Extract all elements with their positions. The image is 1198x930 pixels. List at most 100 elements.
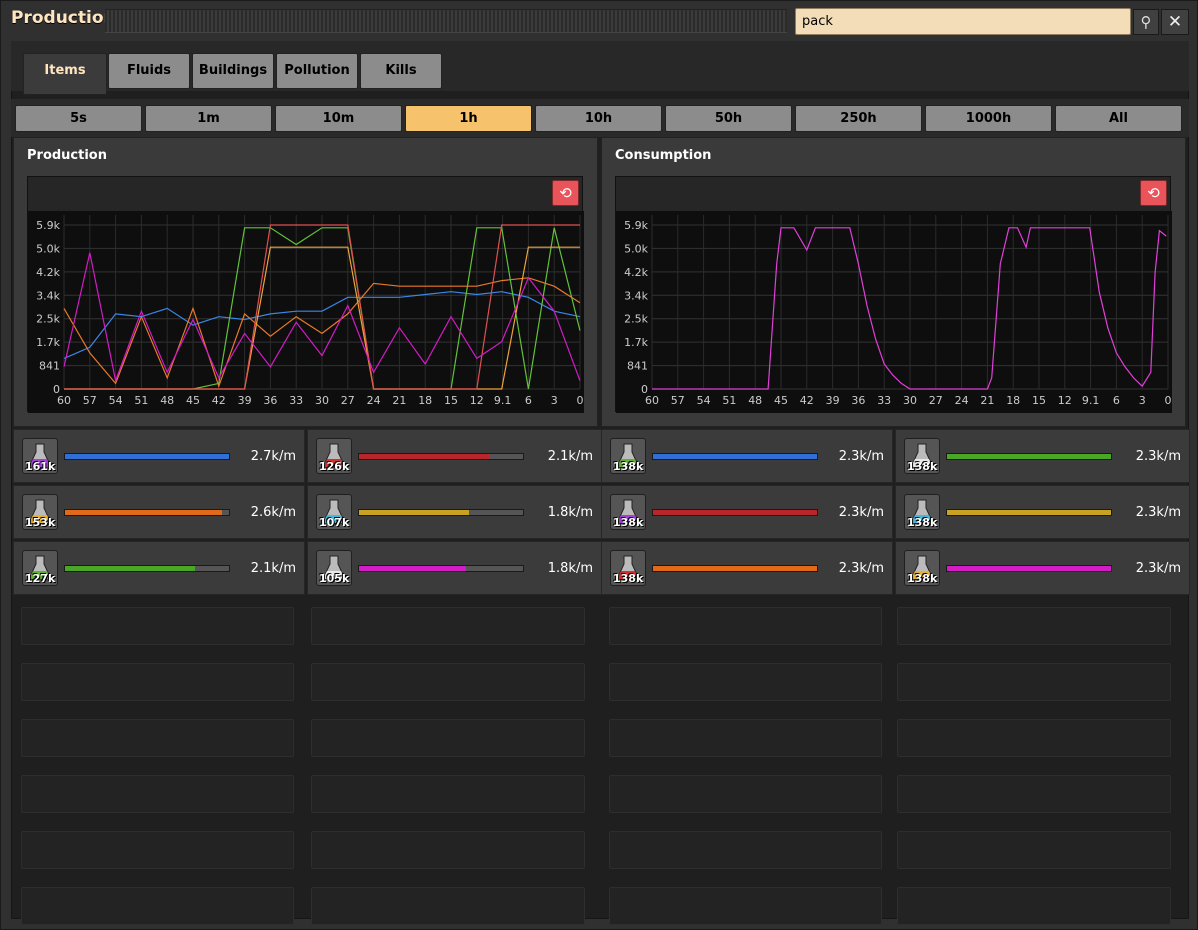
y-tick-label: 3.4k: [36, 289, 60, 302]
empty-slot: [311, 663, 585, 701]
empty-slot: [311, 775, 585, 813]
production-chart: 0 841 1.7k 2.5k 3.4k 4.2k 5.0k 5.9k 60 57 54 51 48 45…: [28, 211, 584, 413]
y-tick-label: 3.4k: [624, 289, 648, 302]
item-count: 153k: [25, 516, 56, 529]
rate-bar: [946, 453, 1112, 460]
purple-flask-icon[interactable]: 161k: [22, 438, 58, 474]
consumption-item-row[interactable]: 138k 2.3k/m: [601, 541, 893, 595]
time-range-1m[interactable]: 1m: [145, 105, 272, 132]
production-window: Production pack ⚲ ✕ Items Fluids Buildin…: [0, 0, 1198, 930]
item-count: 161k: [25, 460, 56, 473]
consumption-item-row[interactable]: 138k 2.3k/m: [895, 429, 1190, 483]
x-tick-label: 57: [83, 394, 97, 407]
x-tick-label: 27: [341, 394, 355, 407]
item-rate: 2.3k/m: [838, 505, 884, 520]
x-tick-label: 15: [444, 394, 458, 407]
time-range-5s[interactable]: 5s: [15, 105, 142, 132]
time-range-10m[interactable]: 10m: [275, 105, 402, 132]
rate-bar-fill: [653, 510, 817, 515]
yellow-flask-icon[interactable]: 138k: [904, 550, 940, 586]
production-reset-icon[interactable]: ⟲: [552, 180, 579, 206]
consumption-title: Consumption: [615, 148, 712, 163]
time-range-50h[interactable]: 50h: [665, 105, 792, 132]
x-tick-label: 54: [697, 394, 711, 407]
empty-slot: [609, 831, 882, 869]
x-tick-label: 9.1: [494, 394, 512, 407]
tab-kills[interactable]: Kills: [360, 53, 442, 89]
red-flask-icon[interactable]: 126k: [316, 438, 352, 474]
empty-slot: [21, 719, 294, 757]
consumption-item-row[interactable]: 138k 2.3k/m: [601, 485, 893, 539]
rate-bar: [64, 453, 230, 460]
consumption-item-row[interactable]: 138k 2.3k/m: [895, 485, 1190, 539]
x-tick-label: 57: [671, 394, 685, 407]
empty-slot: [897, 887, 1171, 925]
time-range-1000h[interactable]: 1000h: [925, 105, 1052, 132]
y-tick-label: 4.2k: [36, 266, 60, 279]
x-tick-label: 18: [418, 394, 432, 407]
consumption-chart-box: 0 841 1.7k 2.5k 3.4k 4.2k 5.0k 5.9k 60 57 54 51 48 45…: [615, 176, 1172, 413]
production-item-row[interactable]: 127k 2.1k/m: [13, 541, 305, 595]
consumption-item-row[interactable]: 138k 2.3k/m: [601, 429, 893, 483]
item-rate: 2.3k/m: [1135, 505, 1181, 520]
drag-handle[interactable]: [105, 9, 787, 33]
production-item-row[interactable]: 126k 2.1k/m: [307, 429, 602, 483]
y-tick-label: 5.9k: [624, 219, 648, 232]
item-rate: 2.3k/m: [838, 561, 884, 576]
item-count: 105k: [319, 572, 350, 585]
x-tick-label: 30: [903, 394, 917, 407]
production-item-row[interactable]: 161k 2.7k/m: [13, 429, 305, 483]
x-tick-label: 3: [1139, 394, 1146, 407]
x-tick-label: 0: [577, 394, 584, 407]
search-icon[interactable]: ⚲: [1133, 9, 1159, 35]
tab-items[interactable]: Items: [23, 53, 107, 95]
x-tick-label: 30: [315, 394, 329, 407]
tab-pollution[interactable]: Pollution: [276, 53, 358, 89]
chart-plot-area: [616, 211, 1172, 413]
item-rate: 1.8k/m: [547, 505, 593, 520]
cyan-flask-icon[interactable]: 138k: [904, 494, 940, 530]
y-tick-label: 5.0k: [36, 242, 60, 255]
x-tick-label: 6: [1113, 394, 1120, 407]
x-tick-label: 12: [470, 394, 484, 407]
production-item-row[interactable]: 107k 1.8k/m: [307, 485, 602, 539]
y-tick-label: 841: [627, 360, 648, 373]
empty-slot: [609, 775, 882, 813]
green-flask-icon[interactable]: 127k: [22, 550, 58, 586]
red-flask-icon[interactable]: 138k: [610, 550, 646, 586]
rate-bar: [64, 565, 230, 572]
rate-bar: [652, 453, 818, 460]
item-count: 138k: [613, 516, 644, 529]
x-tick-label: 60: [57, 394, 71, 407]
tab-buildings[interactable]: Buildings: [192, 53, 274, 89]
production-item-row[interactable]: 153k 2.6k/m: [13, 485, 305, 539]
rate-bar-fill: [947, 510, 1111, 515]
tab-fluids[interactable]: Fluids: [108, 53, 190, 89]
green-flask-icon[interactable]: 138k: [610, 438, 646, 474]
consumption-reset-icon[interactable]: ⟲: [1140, 180, 1167, 206]
time-range-1h[interactable]: 1h: [405, 105, 532, 132]
rate-bar-fill: [65, 510, 223, 515]
time-range-250h[interactable]: 250h: [795, 105, 922, 132]
rate-bar: [64, 509, 230, 516]
purple-flask-icon[interactable]: 138k: [610, 494, 646, 530]
close-icon[interactable]: ✕: [1161, 9, 1189, 35]
title-bar[interactable]: Production pack ⚲ ✕: [1, 1, 1198, 39]
search-input[interactable]: pack: [795, 8, 1131, 35]
cyan-flask-icon[interactable]: 107k: [316, 494, 352, 530]
white-flask-icon[interactable]: 105k: [316, 550, 352, 586]
consumption-item-row[interactable]: 138k 2.3k/m: [895, 541, 1190, 595]
yellow-flask-icon[interactable]: 153k: [22, 494, 58, 530]
rate-bar: [358, 565, 524, 572]
empty-slot: [21, 831, 294, 869]
time-range-all[interactable]: All: [1055, 105, 1182, 132]
item-rate: 2.3k/m: [838, 449, 884, 464]
production-item-row[interactable]: 105k 1.8k/m: [307, 541, 602, 595]
x-tick-label: 42: [800, 394, 814, 407]
production-chart-box: 0 841 1.7k 2.5k 3.4k 4.2k 5.0k 5.9k 60 57 54 51 48 45…: [27, 176, 584, 413]
time-range-10h[interactable]: 10h: [535, 105, 662, 132]
x-tick-label: 51: [722, 394, 736, 407]
item-count: 138k: [907, 572, 938, 585]
white-flask-icon[interactable]: 138k: [904, 438, 940, 474]
rate-bar: [652, 509, 818, 516]
